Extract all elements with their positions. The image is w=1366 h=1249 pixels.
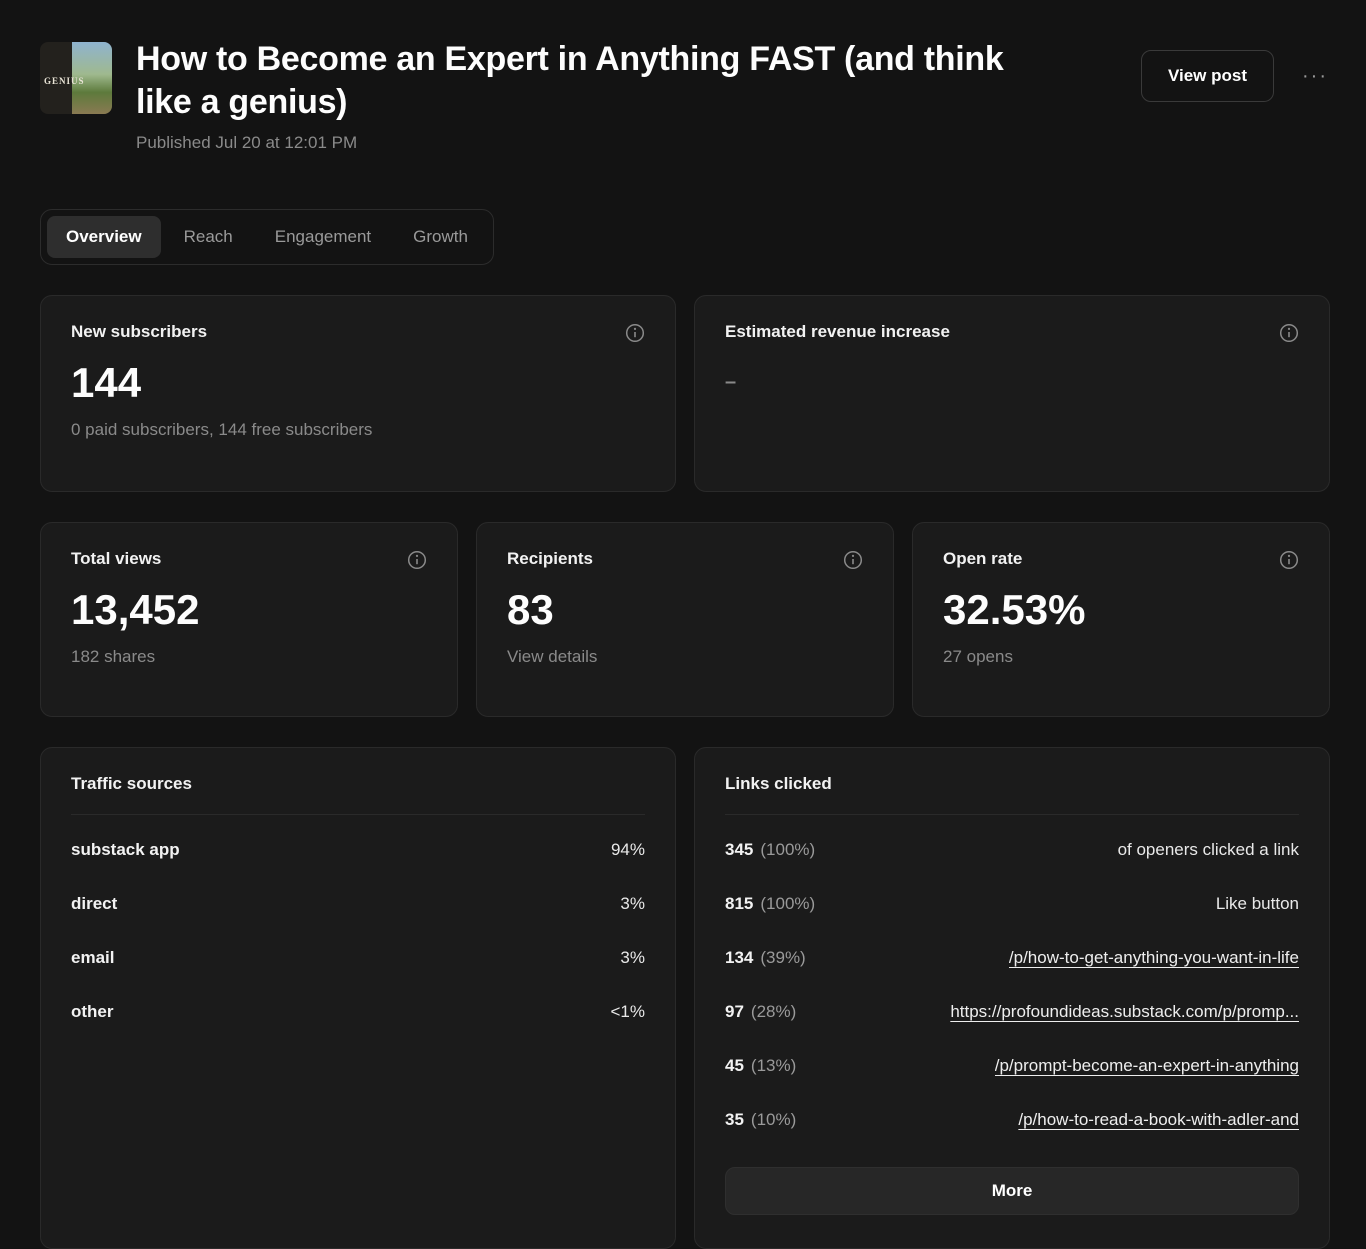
traffic-row: other <1% — [71, 985, 645, 1039]
link-description: of openers clicked a link — [1117, 840, 1299, 859]
traffic-row: direct 3% — [71, 877, 645, 931]
link-pct: (100%) — [760, 840, 816, 859]
card-title: Recipients — [507, 549, 593, 568]
traffic-source-value: 3% — [620, 948, 645, 967]
tab-engagement[interactable]: Engagement — [256, 216, 390, 258]
traffic-source-value: <1% — [610, 1002, 646, 1021]
clicked-link-url[interactable]: /p/how-to-get-anything-you-want-in-life — [1009, 948, 1299, 968]
total-views-value: 13,452 — [71, 586, 200, 633]
link-pct: (28%) — [750, 1002, 797, 1021]
tabbar: Overview Reach Engagement Growth — [40, 209, 494, 265]
link-row: 815 (100%) Like button — [725, 877, 1299, 931]
divider — [71, 814, 645, 815]
more-button[interactable]: More — [725, 1167, 1299, 1215]
card-recipients: Recipients 83 View details — [476, 522, 894, 717]
tabbar-wrap: Overview Reach Engagement Growth — [40, 209, 1330, 265]
post-thumbnail: GENIUS — [40, 42, 112, 114]
open-rate-subtitle: 27 opens — [943, 647, 1013, 666]
card-title: Links clicked — [725, 774, 832, 793]
title-block: How to Become an Expert in Anything FAST… — [136, 38, 1036, 153]
tab-overview[interactable]: Overview — [47, 216, 161, 258]
link-count: 45 — [725, 1056, 744, 1075]
header-actions: View post ··· — [1140, 38, 1330, 102]
traffic-source-value: 3% — [620, 894, 645, 913]
card-title: Estimated revenue increase — [725, 322, 950, 341]
total-views-subtitle: 182 shares — [71, 647, 156, 666]
traffic-source-value: 94% — [610, 840, 645, 859]
info-icon[interactable] — [843, 550, 863, 570]
clicked-link-url[interactable]: https://profoundideas.substack.com/p/pro… — [950, 1002, 1299, 1022]
thumbnail-text: GENIUS — [44, 76, 85, 86]
card-total-views: Total views 13,452 182 shares — [40, 522, 458, 717]
link-row: 345 (100%) of openers clicked a link — [725, 823, 1299, 877]
link-pct: (10%) — [750, 1110, 797, 1129]
card-title: Open rate — [943, 549, 1023, 568]
link-count: 97 — [725, 1002, 744, 1021]
link-row: 45 (13%) /p/prompt-become-an-expert-in-a… — [725, 1039, 1299, 1093]
info-icon[interactable] — [1279, 323, 1299, 343]
post-title: How to Become an Expert in Anything FAST… — [136, 40, 1004, 121]
link-count: 134 — [725, 948, 754, 967]
info-icon[interactable] — [1279, 550, 1299, 570]
card-title: New subscribers — [71, 322, 208, 341]
traffic-row: substack app 94% — [71, 823, 645, 877]
link-row: 35 (10%) /p/how-to-read-a-book-with-adle… — [725, 1093, 1299, 1147]
traffic-source-label: substack app — [71, 840, 180, 859]
card-estimated-revenue: Estimated revenue increase – — [694, 295, 1330, 492]
stats-row-1: New subscribers 144 0 paid subscribers, … — [40, 295, 1330, 492]
view-post-button[interactable]: View post — [1140, 50, 1275, 102]
tab-reach[interactable]: Reach — [165, 216, 252, 258]
link-description: Like button — [1215, 894, 1299, 913]
link-pct: (13%) — [750, 1056, 797, 1075]
card-title: Total views — [71, 549, 162, 568]
published-date: Published Jul 20 at 12:01 PM — [136, 133, 358, 152]
stats-row-2: Total views 13,452 182 shares Recipients — [40, 522, 1330, 717]
link-count: 815 — [725, 894, 754, 913]
divider — [725, 814, 1299, 815]
detail-row: Traffic sources substack app 94% direct … — [40, 747, 1330, 1249]
new-subscribers-subtitle: 0 paid subscribers, 144 free subscribers — [71, 420, 373, 439]
card-title: Traffic sources — [71, 774, 192, 793]
more-options-icon[interactable]: ··· — [1300, 60, 1330, 92]
view-details-link[interactable]: View details — [507, 647, 863, 667]
traffic-source-label: direct — [71, 894, 118, 913]
traffic-row: email 3% — [71, 931, 645, 985]
post-stats-page: GENIUS How to Become an Expert in Anythi… — [0, 0, 1366, 1249]
link-row: 97 (28%) https://profoundideas.substack.… — [725, 985, 1299, 1039]
new-subscribers-value: 144 — [71, 359, 142, 406]
link-count: 35 — [725, 1110, 744, 1129]
recipients-value: 83 — [507, 586, 554, 633]
open-rate-value: 32.53% — [943, 586, 1086, 633]
card-new-subscribers: New subscribers 144 0 paid subscribers, … — [40, 295, 676, 492]
revenue-value: – — [725, 371, 737, 393]
info-icon[interactable] — [625, 323, 645, 343]
post-header: GENIUS How to Become an Expert in Anythi… — [40, 38, 1330, 153]
traffic-source-label: email — [71, 948, 115, 967]
link-row: 134 (39%) /p/how-to-get-anything-you-wan… — [725, 931, 1299, 985]
clicked-link-url[interactable]: /p/prompt-become-an-expert-in-anything — [995, 1056, 1299, 1076]
card-traffic-sources: Traffic sources substack app 94% direct … — [40, 747, 676, 1249]
clicked-link-url[interactable]: /p/how-to-read-a-book-with-adler-and — [1018, 1110, 1299, 1130]
traffic-source-label: other — [71, 1002, 114, 1021]
link-count: 345 — [725, 840, 754, 859]
tab-growth[interactable]: Growth — [394, 216, 487, 258]
card-links-clicked: Links clicked 345 (100%) of openers clic… — [694, 747, 1330, 1249]
card-open-rate: Open rate 32.53% 27 opens — [912, 522, 1330, 717]
link-pct: (100%) — [760, 894, 816, 913]
link-pct: (39%) — [760, 948, 806, 967]
info-icon[interactable] — [407, 550, 427, 570]
